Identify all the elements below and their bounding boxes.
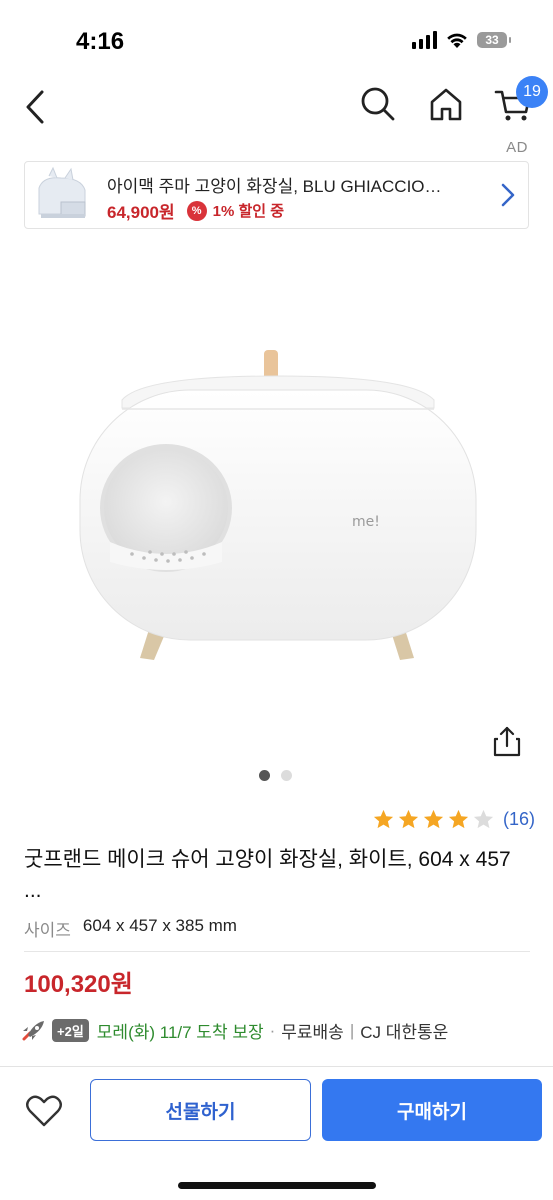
star-icon — [398, 809, 419, 829]
share-icon[interactable] — [490, 724, 524, 758]
status-time: 4:16 — [76, 28, 125, 55]
product-price: 100,320원 — [24, 971, 133, 998]
gift-button[interactable]: 선물하기 — [90, 1079, 311, 1141]
star-empty-icon — [473, 809, 494, 829]
product-title: 굿프랜드 메이크 슈어 고양이 화장실, 화이트, 604 x 457 ... — [24, 848, 511, 902]
sponsored-product-card[interactable]: 아이맥 주마 고양이 화장실, BLU GHIACCIO… 64,900원 % … — [24, 161, 529, 229]
signal-icon — [412, 31, 437, 49]
pagination-dot[interactable] — [281, 770, 292, 781]
ad-label: AD — [506, 139, 528, 156]
delivery-days-badge: +2일 — [52, 1019, 89, 1042]
status-bar: 4:16 33 — [0, 0, 553, 70]
size-label: 사이즈 — [24, 921, 71, 940]
ad-product-thumbnail — [31, 166, 93, 226]
star-icon — [448, 809, 469, 829]
ad-price: 64,900원 — [107, 203, 175, 222]
size-row: 사이즈 604 x 457 x 385 mm — [24, 916, 237, 941]
ad-discount: 1% 할인 중 — [212, 203, 285, 220]
separator-dot: · — [269, 1020, 276, 1040]
separator-bar: | — [349, 1020, 355, 1040]
search-icon[interactable] — [358, 84, 398, 124]
star-icon — [373, 809, 394, 829]
home-indicator — [178, 1182, 376, 1189]
delivery-info: +2일 모레(화) 11/7 도착 보장 · 무료배송 | CJ 대한통운 — [20, 1018, 448, 1043]
rocket-icon — [22, 1020, 44, 1040]
top-navigation — [0, 76, 553, 138]
divider — [24, 951, 530, 952]
back-icon[interactable] — [18, 86, 54, 128]
status-icons: 33 — [412, 31, 511, 49]
bottom-action-bar: 선물하기 구매하기 — [0, 1066, 553, 1200]
ad-product-title: 아이맥 주마 고양이 화장실, BLU GHIACCIO… — [107, 177, 442, 196]
product-logo: me! — [352, 514, 380, 530]
star-icon — [423, 809, 444, 829]
chevron-right-icon[interactable] — [500, 182, 516, 208]
free-shipping: 무료배송 — [281, 1023, 344, 1042]
review-count[interactable]: (16) — [503, 809, 535, 830]
image-pagination — [259, 770, 292, 781]
size-value: 604 x 457 x 385 mm — [82, 916, 237, 935]
ad-price-row: 64,900원 % 1% 할인 중 — [107, 198, 284, 223]
pagination-dot-active[interactable] — [259, 770, 270, 781]
courier: CJ 대한통운 — [360, 1023, 449, 1042]
heart-icon[interactable] — [24, 1091, 64, 1131]
buy-button[interactable]: 구매하기 — [322, 1079, 542, 1141]
battery-icon: 33 — [477, 32, 511, 48]
product-image[interactable]: me! — [62, 330, 492, 690]
rating[interactable]: (16) — [372, 808, 535, 831]
discount-percent-icon: % — [186, 200, 207, 221]
home-icon[interactable] — [426, 84, 466, 124]
cart-count-badge: 19 — [516, 76, 548, 108]
arrival-guarantee: 모레(화) 11/7 도착 보장 — [96, 1023, 264, 1042]
wifi-icon — [447, 33, 467, 48]
